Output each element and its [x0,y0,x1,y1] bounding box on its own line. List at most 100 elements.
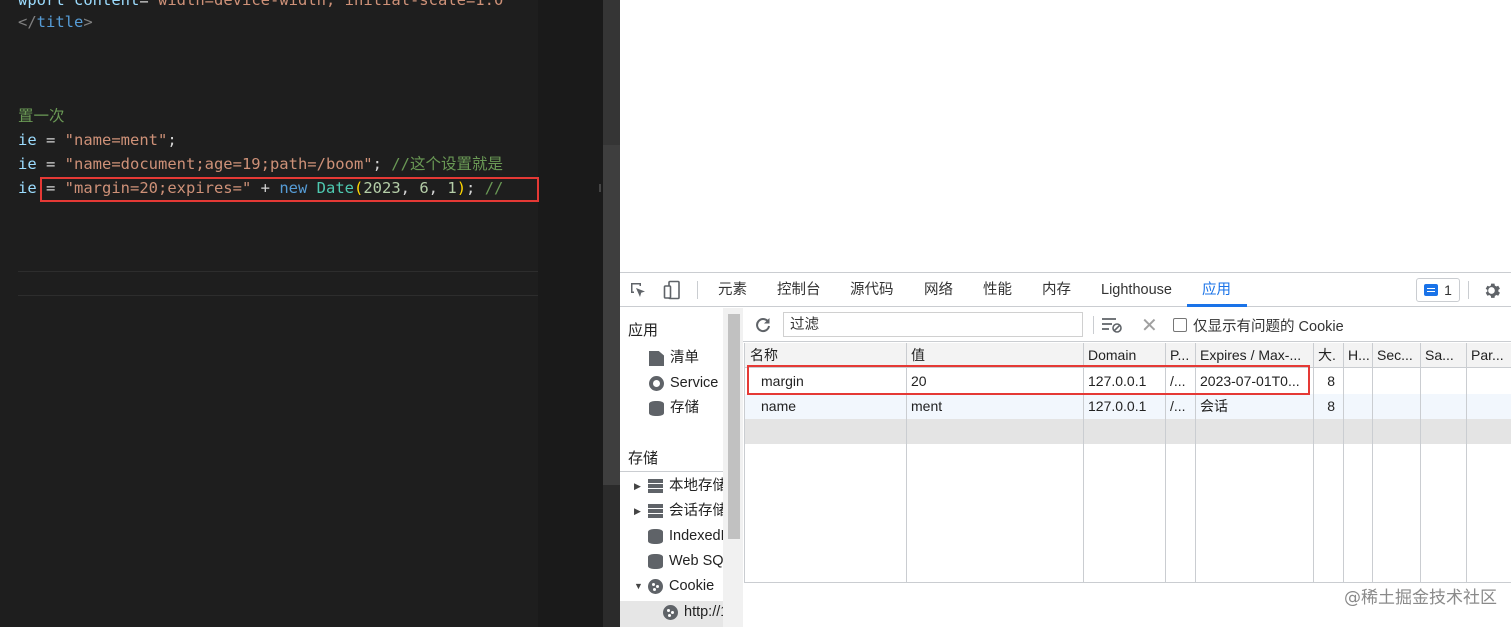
editor-minimap[interactable] [538,0,603,627]
code-line: ie = "name=document;age=19;path=/boom"; … [18,152,503,176]
cookie-row-highlight-box [747,365,1310,395]
code-highlight-box [40,177,539,202]
table-cell: 127.0.0.1 [1088,398,1147,414]
editor-divider [18,271,538,272]
tab-item-5[interactable]: 内存 [1042,273,1071,307]
delete-selected-icon[interactable]: ✕ [1141,308,1158,342]
scrollbar-track-top [603,0,620,145]
editor-scrollbar[interactable] [603,0,620,627]
code-token: //这个设置就是 [391,155,503,173]
only-issues-checkbox[interactable] [1173,318,1187,332]
cookie-panel: ✕ 仅显示有问题的 Cookie 名称值DomainP...Expires / … [743,308,1511,627]
sidebar-divider [620,471,723,472]
issues-badge[interactable]: 1 [1416,278,1460,302]
column-header[interactable]: Sa... [1420,343,1466,368]
only-issues-toggle[interactable]: 仅显示有问题的 Cookie [1173,308,1344,342]
code-token: ; [372,155,392,173]
sidebar-item-label: 清单 [670,350,699,366]
cookie-filter-input[interactable] [783,312,1083,337]
sidebar-scrollbar[interactable] [723,308,743,627]
table-cell [1466,394,1511,419]
inspect-element-icon[interactable] [626,273,650,307]
code-token: > [83,13,93,31]
only-issues-label: 仅显示有问题的 Cookie [1193,318,1344,335]
sidebar-item-label: Service [670,375,719,391]
column-divider[interactable] [1343,343,1344,582]
sidebar-item-label: 本地存储 [669,478,727,494]
toolbar-separator [697,281,698,299]
sidebar-item[interactable]: Web SQL [634,549,732,574]
issues-flag-icon [1424,284,1439,296]
table-cell: 8 [1327,373,1335,389]
cookie-icon [663,605,678,620]
sidebar-item-label: Cookie [669,578,715,594]
code-token: ie [18,131,37,149]
code-line: 置一次 [18,104,65,128]
watermark: @稀土掘金技术社区 [1344,588,1497,608]
active-tab-indicator [1187,304,1247,307]
column-divider[interactable] [1420,343,1421,582]
refresh-icon[interactable] [754,308,772,342]
code-token: title [36,13,84,31]
column-divider[interactable] [1466,343,1467,582]
tab-item-0[interactable]: 元素 [718,273,747,307]
tab-item-2[interactable]: 源代码 [850,273,894,307]
code-token: "name=document;age=19;path=/boom" [64,155,373,173]
expand-down-icon[interactable]: ▼ [634,574,643,599]
tab-item-4[interactable]: 性能 [983,273,1012,307]
code-token: wport [18,0,65,9]
expand-right-icon[interactable]: ▶ [634,499,642,524]
application-sidebar: 应用 清单 Service 存储 存储 ▶ 本地存储 ▶ 会话存储 IndexedDB Web… [620,308,743,627]
tab-item-3[interactable]: 网络 [924,273,953,307]
table-icon [648,479,663,494]
sidebar-item-label: 存储 [670,400,699,416]
table-cell: /... [1170,398,1186,414]
column-header[interactable]: Par... [1466,343,1511,368]
table-cell [1372,394,1420,419]
devtools-tabbar: 元素 控制台 源代码 网络 性能 内存 Lighthouse 应用 1 [620,273,1511,307]
devtools-panel: 元素 控制台 源代码 网络 性能 内存 Lighthouse 应用 1 应用 清单 Servic… [620,272,1511,627]
code-editor[interactable]: wport content="width=device-width, initi… [0,0,603,627]
settings-gear-icon[interactable] [1479,273,1503,307]
code-line: ie = "name=ment"; [18,128,177,152]
sidebar-scrollbar-thumb[interactable] [728,314,740,539]
sidebar-item[interactable]: ▼ Cookie [634,574,714,599]
sidebar-item[interactable]: Service [649,371,718,396]
code-token: "name=ment" [64,131,168,149]
sidebar-item[interactable]: 存储 [649,396,699,421]
code-token: </ [18,13,37,31]
tab-item-1[interactable]: 控制台 [777,273,821,307]
sidebar-item[interactable]: ▶ 本地存储 [634,474,727,499]
column-header[interactable]: H... [1343,343,1372,368]
code-token: = [36,155,65,173]
document-icon [649,351,664,366]
cookie-toolbar: ✕ 仅显示有问题的 Cookie [743,308,1511,342]
database-icon [649,401,664,416]
tab-item-7[interactable]: 应用 [1202,273,1231,307]
sidebar-item[interactable]: 清单 [649,346,699,371]
table-cell [1372,369,1420,394]
scrollbar-thumb[interactable] [603,145,620,485]
sidebar-heading-storage: 存储 [628,450,659,467]
column-header[interactable]: 大. [1313,343,1343,368]
code-token: = [36,131,65,149]
column-divider[interactable] [1313,343,1314,582]
code-token: ie [18,179,37,197]
device-toolbar-icon[interactable] [660,273,684,307]
clear-filtered-icon[interactable] [1101,308,1123,342]
tab-lighthouse[interactable]: Lighthouse [1101,273,1172,307]
minimap-marker [599,184,601,192]
table-row-empty[interactable] [745,419,1511,444]
sidebar-item[interactable]: ▶ 会话存储 [634,499,727,524]
database-icon [648,554,663,569]
table-cell: 会话 [1200,398,1228,414]
table-cell: 8 [1327,398,1335,414]
expand-right-icon[interactable]: ▶ [634,474,642,499]
code-token: ie [18,155,37,173]
toolbar-separator [1093,316,1094,334]
sidebar-item-label: 会话存储 [669,503,727,519]
column-divider[interactable] [1372,343,1373,582]
column-header[interactable]: Sec... [1372,343,1420,368]
toolbar-separator [1468,281,1469,299]
